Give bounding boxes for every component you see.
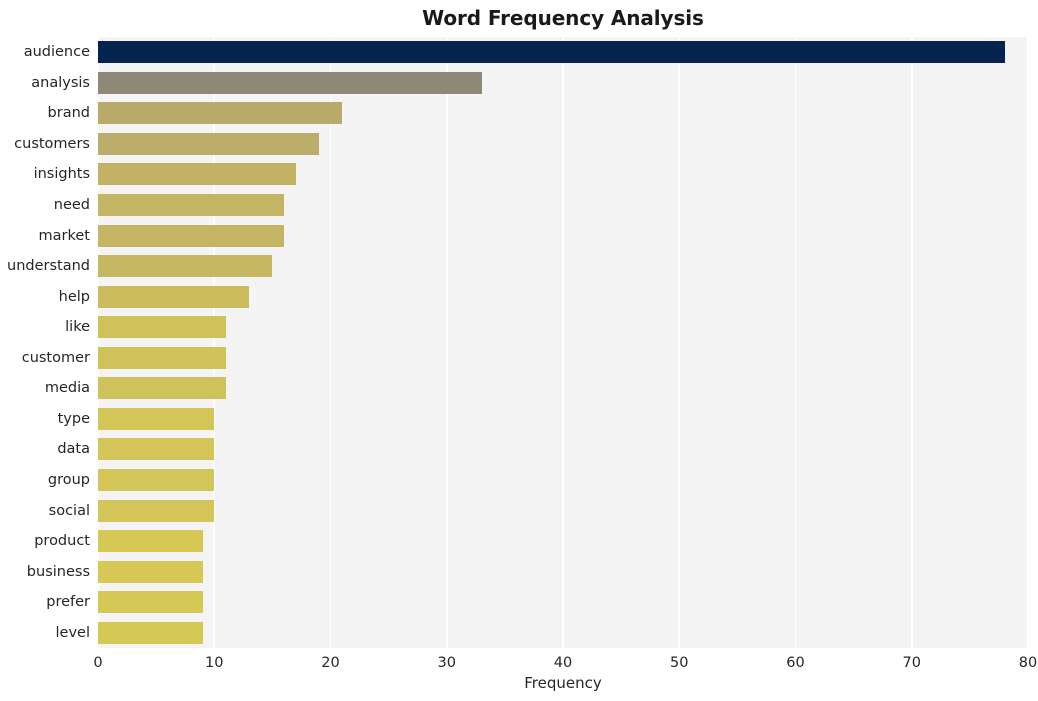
bar-row xyxy=(98,560,1028,583)
y-tick-label-product: product xyxy=(34,533,90,550)
y-tick-label-level: level xyxy=(55,624,90,641)
y-tick-label-help: help xyxy=(58,288,90,305)
y-tick-label-audience: audience xyxy=(23,44,90,61)
bar-understand xyxy=(98,255,273,278)
bar-type xyxy=(98,407,215,430)
bar-row xyxy=(98,530,1028,553)
y-tick-label-need: need xyxy=(53,197,90,214)
y-tick-label-customer: customer xyxy=(21,349,90,366)
x-tick-label-60: 60 xyxy=(786,655,805,671)
bar-audience xyxy=(98,41,1005,64)
bar-row xyxy=(98,407,1028,430)
gridline-x-0 xyxy=(98,37,99,648)
gridline-x-50 xyxy=(678,37,681,648)
bar-media xyxy=(98,377,226,400)
bar-row xyxy=(98,255,1028,278)
x-tick-label-80: 80 xyxy=(1018,655,1038,671)
x-tick-label-50: 50 xyxy=(670,655,689,671)
bar-product xyxy=(98,530,203,553)
plot-area xyxy=(98,37,1028,648)
bar-row xyxy=(98,102,1028,125)
bar-analysis xyxy=(98,71,482,94)
x-tick-label-20: 20 xyxy=(321,655,340,671)
y-tick-label-data: data xyxy=(57,441,90,458)
gridline-x-20 xyxy=(329,37,332,648)
gridline-x-40 xyxy=(562,37,564,648)
bar-row xyxy=(98,591,1028,614)
bar-brand xyxy=(98,102,343,125)
bar-row xyxy=(98,224,1028,247)
bar-row xyxy=(98,285,1028,308)
bar-row xyxy=(98,163,1028,186)
bar-level xyxy=(98,621,203,644)
bar-like xyxy=(98,316,226,339)
chart-figure: Word Frequency Analysis audience analysis… xyxy=(0,0,1038,701)
x-tick-label-30: 30 xyxy=(437,655,456,671)
gridline-x-60 xyxy=(794,37,797,648)
bar-customers xyxy=(98,132,319,155)
y-tick-label-like: like xyxy=(65,319,90,336)
bar-customer xyxy=(98,346,226,369)
gridline-x-70 xyxy=(910,37,913,648)
bar-help xyxy=(98,285,250,308)
x-tick-label-10: 10 xyxy=(205,655,224,671)
bar-row xyxy=(98,468,1028,491)
y-tick-label-customers: customers xyxy=(14,135,90,152)
x-tick-label-40: 40 xyxy=(553,655,573,671)
bar-row xyxy=(98,346,1028,369)
bar-insights xyxy=(98,163,296,186)
y-tick-label-business: business xyxy=(26,563,90,580)
bar-prefer xyxy=(98,591,203,614)
y-tick-label-media: media xyxy=(44,380,90,397)
x-axis-title: Frequency xyxy=(524,674,602,692)
bar-market xyxy=(98,224,284,247)
bar-social xyxy=(98,499,215,522)
bar-need xyxy=(98,194,284,216)
bar-row xyxy=(98,71,1028,94)
bar-row xyxy=(98,499,1028,522)
chart-title: Word Frequency Analysis xyxy=(422,6,704,30)
bar-row xyxy=(98,194,1028,216)
bar-row xyxy=(98,316,1028,339)
y-tick-label-type: type xyxy=(57,410,90,427)
bar-data xyxy=(98,438,215,461)
bar-group xyxy=(98,468,215,491)
y-tick-label-prefer: prefer xyxy=(46,594,90,611)
x-tick-label-70: 70 xyxy=(902,655,921,671)
bar-row xyxy=(98,41,1028,64)
bar-row xyxy=(98,377,1028,400)
y-tick-label-group: group xyxy=(47,471,90,488)
y-tick-label-understand: understand xyxy=(7,258,90,275)
bar-business xyxy=(98,560,203,583)
bar-row xyxy=(98,438,1028,461)
y-tick-label-market: market xyxy=(38,227,90,244)
gridline-x-80 xyxy=(1027,37,1028,648)
gridline-x-30 xyxy=(445,37,448,648)
y-tick-label-insights: insights xyxy=(33,166,90,183)
y-tick-label-social: social xyxy=(48,502,90,519)
x-tick-label-0: 0 xyxy=(93,655,103,671)
y-tick-label-analysis: analysis xyxy=(31,74,90,91)
gridline-x-10 xyxy=(213,37,216,648)
bar-row xyxy=(98,132,1028,155)
y-axis-tick-labels: audience analysis brand customers insights ne… xyxy=(0,37,90,648)
bar-row xyxy=(98,621,1028,644)
y-tick-label-brand: brand xyxy=(47,105,90,122)
